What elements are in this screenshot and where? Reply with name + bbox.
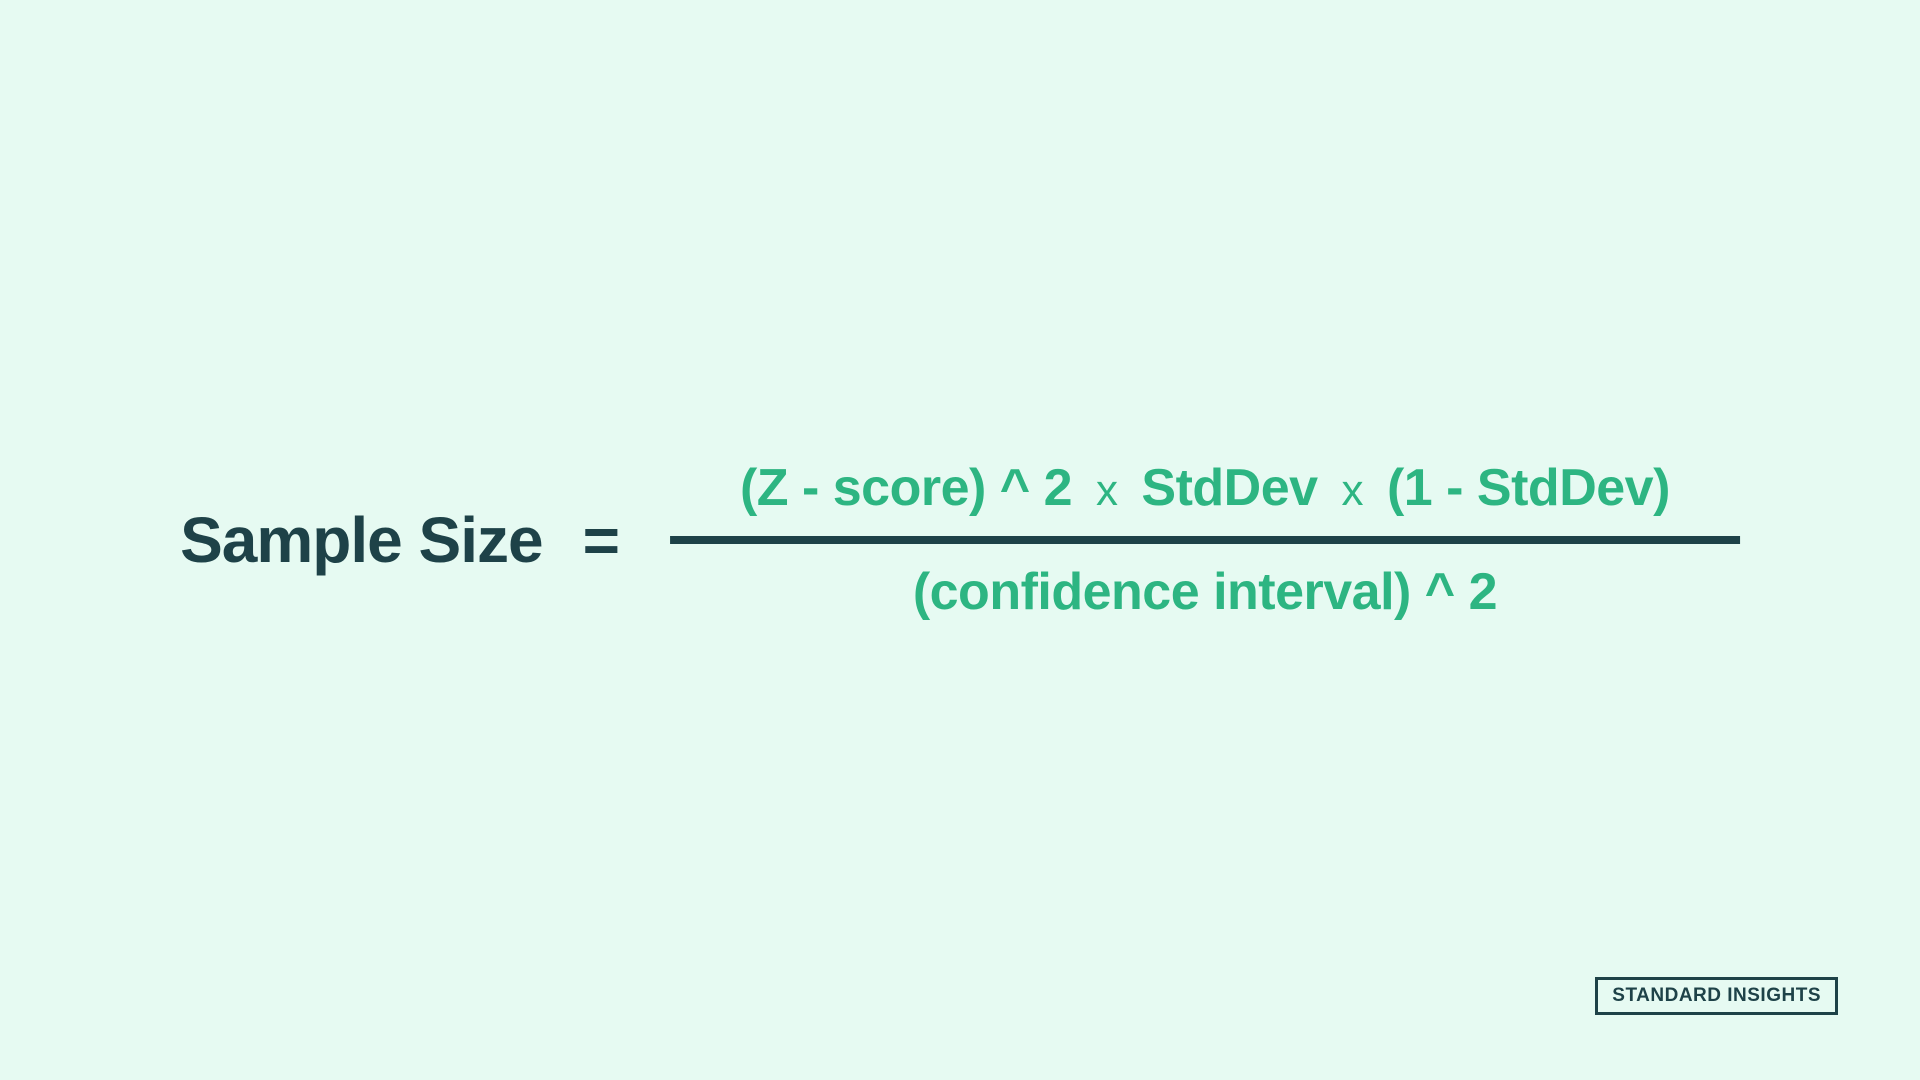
formula-container: Sample Size = (Z - score) ^ 2 x StdDev x… (180, 458, 1740, 622)
numerator-part-1: (Z - score) ^ 2 (740, 459, 1072, 517)
denominator: (confidence interval) ^ 2 (913, 544, 1497, 622)
numerator-part-2: StdDev (1141, 459, 1317, 517)
fraction-line (670, 536, 1740, 544)
fraction: (Z - score) ^ 2 x StdDev x (1 - StdDev) … (670, 458, 1740, 622)
multiply-symbol-2: x (1342, 466, 1364, 515)
numerator-part-3: (1 - StdDev) (1387, 459, 1670, 517)
multiply-symbol-1: x (1096, 466, 1118, 515)
formula-left-side: Sample Size = (180, 503, 620, 577)
numerator: (Z - score) ^ 2 x StdDev x (1 - StdDev) (740, 458, 1670, 536)
sample-size-label: Sample Size (180, 503, 543, 577)
equals-sign: = (583, 503, 620, 577)
brand-badge: STANDARD INSIGHTS (1595, 977, 1838, 1015)
